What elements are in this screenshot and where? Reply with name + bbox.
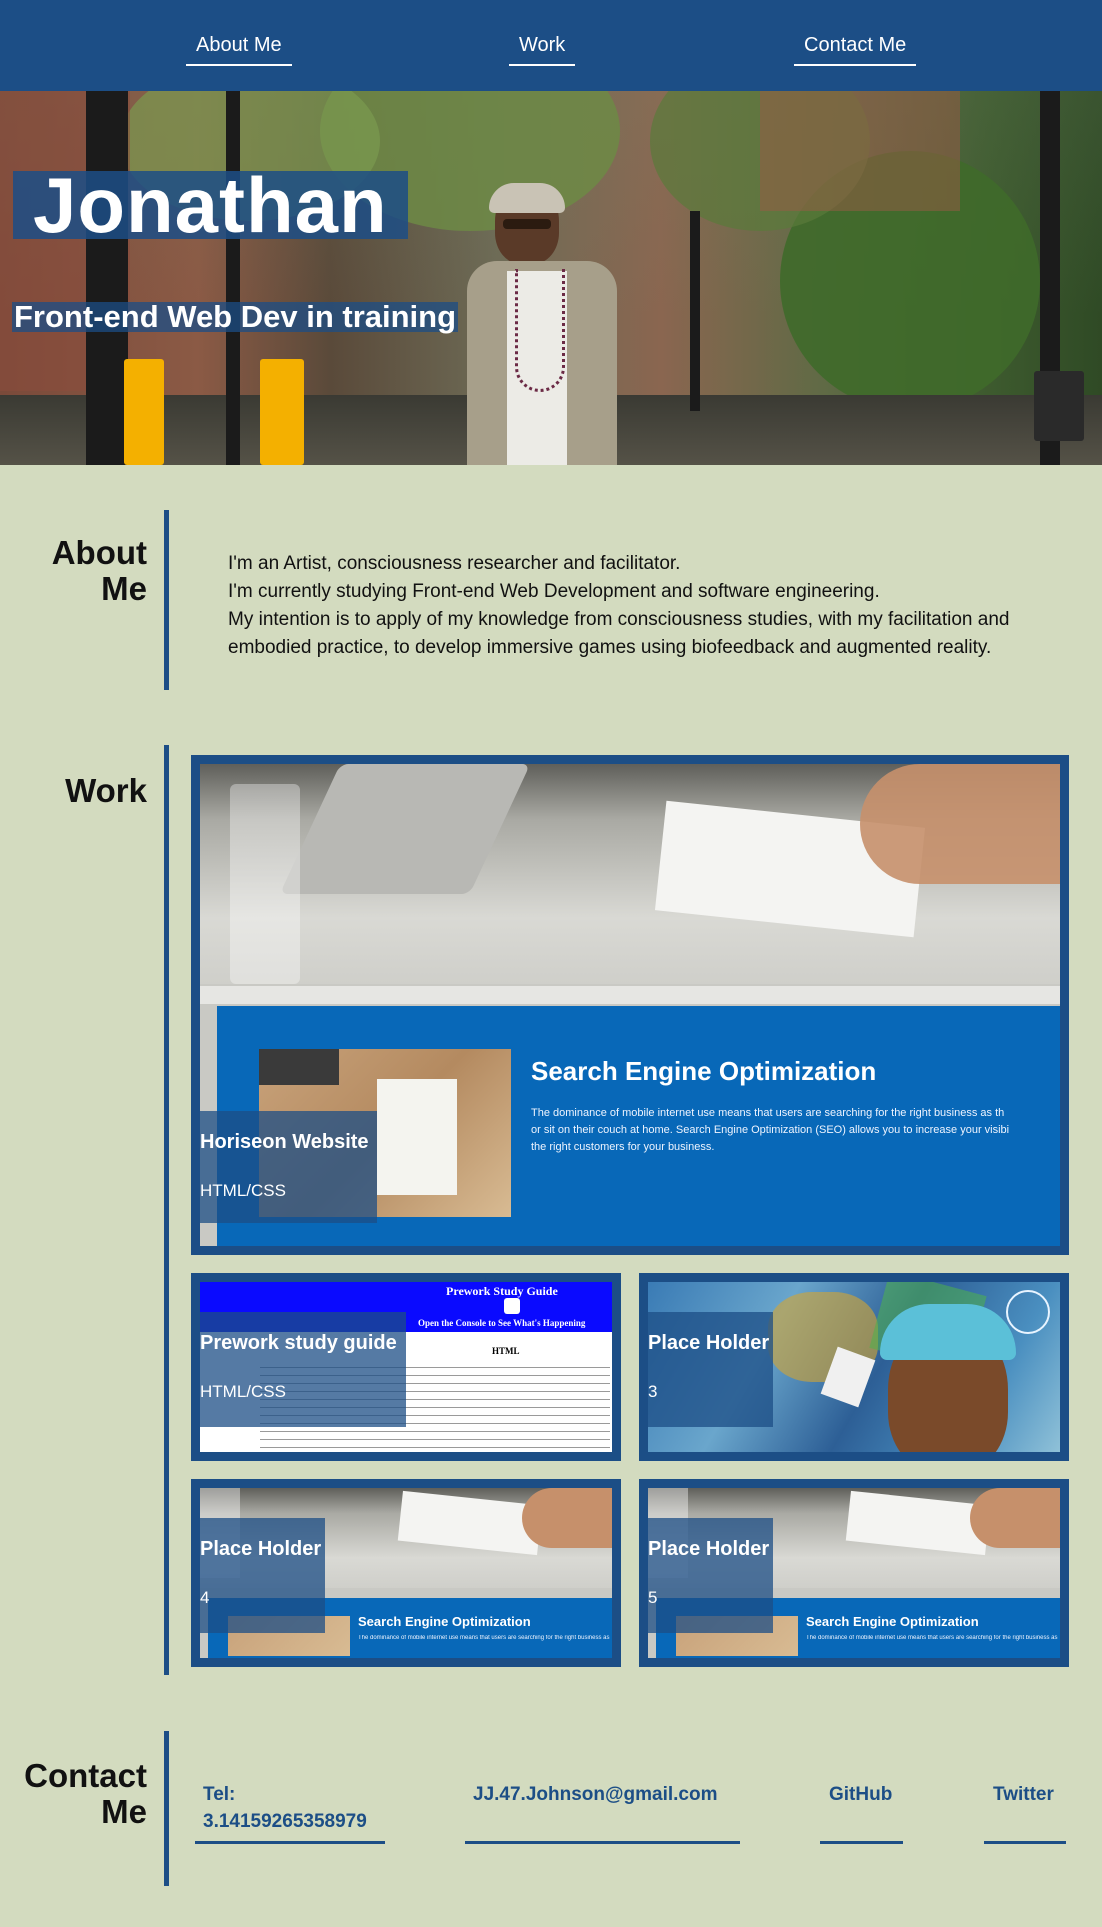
seo-preview-title: Search Engine Optimization <box>531 1056 877 1086</box>
project-card-placeholder-3[interactable]: Place Holder 3 <box>639 1273 1069 1461</box>
top-navigation: About Me Work Contact Me <box>0 0 1102 91</box>
seo-preview-body: The dominance of mobile internet use mea… <box>358 1635 610 1641</box>
hero-name: Jonathan <box>13 166 408 244</box>
contact-phone-link[interactable]: Tel: 3.14159265358979 <box>195 1781 385 1844</box>
seo-preview-body: The dominance of mobile internet use mea… <box>531 1107 1010 1153</box>
project-label: Place Holder 5 <box>648 1518 773 1633</box>
project-card-horiseon[interactable]: Search Engine Optimization The dominance… <box>191 755 1069 1255</box>
seo-preview-title: Search Engine Optimization <box>358 1614 531 1629</box>
project-label: Place Holder 4 <box>200 1518 325 1633</box>
nav-contact-me-link[interactable]: Contact Me <box>794 34 917 66</box>
project-number: 5 <box>648 1588 658 1607</box>
project-number: 3 <box>648 1382 658 1401</box>
project-label: Place Holder 3 <box>648 1312 773 1427</box>
seo-preview-title: Search Engine Optimization <box>806 1614 979 1629</box>
project-card-placeholder-4[interactable]: Search Engine Optimization The dominance… <box>191 1479 621 1667</box>
project-title: Place Holder <box>648 1538 770 1560</box>
contact-twitter-link[interactable]: Twitter <box>984 1781 1066 1844</box>
about-divider <box>164 510 169 690</box>
hero-banner: Jonathan Front-end Web Dev in training <box>0 91 1102 465</box>
about-text: I'm an Artist, consciousness researcher … <box>228 550 1028 662</box>
nav-work-link[interactable]: Work <box>509 34 576 66</box>
project-tech: HTML/CSS <box>200 1181 286 1200</box>
project-title: Horiseon Website <box>200 1131 369 1153</box>
contact-divider <box>164 1731 169 1886</box>
project-label: Horiseon Website HTML/CSS <box>200 1111 377 1223</box>
project-title: Prework study guide <box>200 1332 397 1354</box>
project-card-placeholder-5[interactable]: Search Engine Optimization The dominance… <box>639 1479 1069 1667</box>
about-heading: About Me <box>51 534 147 607</box>
about-line: I'm an Artist, consciousness researcher … <box>228 553 681 574</box>
work-divider <box>164 745 169 1675</box>
nav-about-me-link[interactable]: About Me <box>186 34 292 66</box>
project-title: Place Holder <box>200 1538 322 1560</box>
about-line: My intention is to apply of my knowledge… <box>228 609 1010 658</box>
project-card-prework[interactable]: Prework Study Guide Open the Console to … <box>191 1273 621 1461</box>
about-line: I'm currently studying Front-end Web Dev… <box>228 581 880 602</box>
seo-preview-body: The dominance of mobile internet use mea… <box>806 1635 1058 1641</box>
contact-heading: Contact Me <box>24 1757 147 1830</box>
hero-tagline: Front-end Web Dev in training <box>12 299 459 334</box>
work-heading: Work <box>65 772 147 809</box>
project-label: Prework study guide HTML/CSS <box>200 1312 406 1427</box>
contact-email-link[interactable]: JJ.47.Johnson@gmail.com <box>465 1781 740 1844</box>
project-number: 4 <box>200 1588 210 1607</box>
project-title: Place Holder <box>648 1332 770 1354</box>
project-tech: HTML/CSS <box>200 1382 286 1401</box>
contact-github-link[interactable]: GitHub <box>820 1781 903 1844</box>
